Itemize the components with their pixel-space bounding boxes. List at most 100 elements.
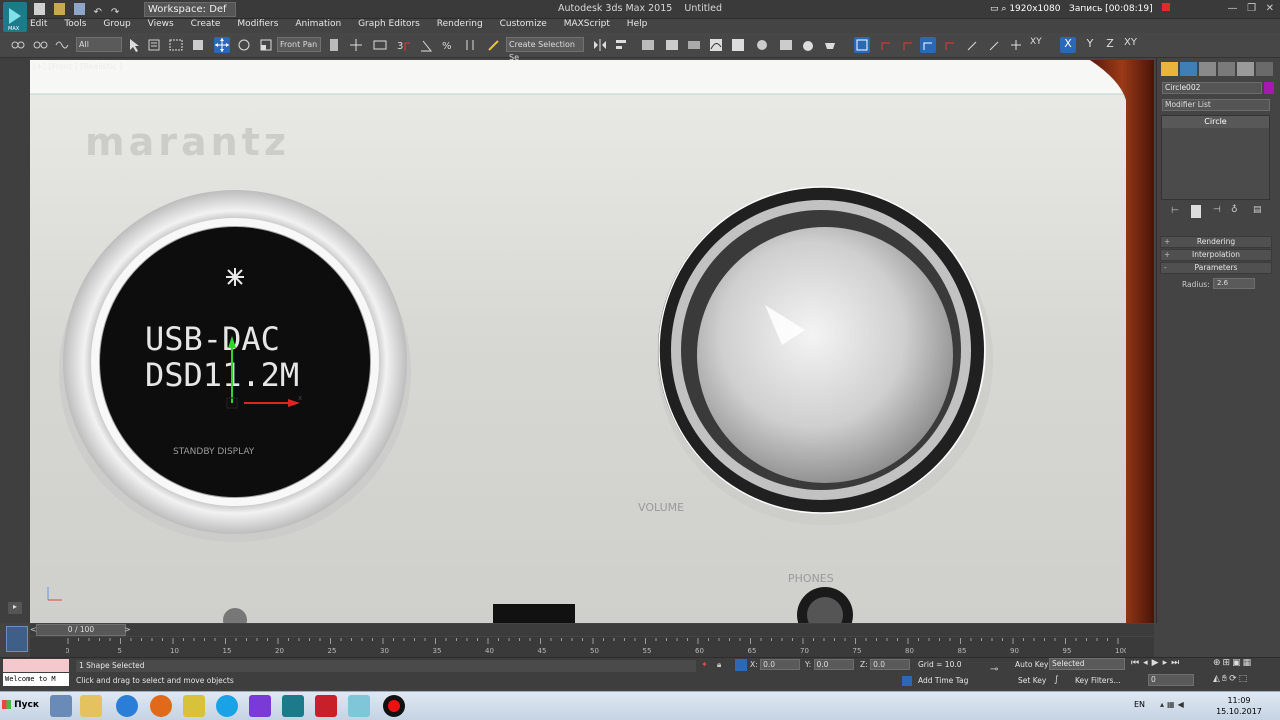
constraints-toolbar-icon[interactable] xyxy=(854,37,870,53)
bind-space-warp-icon[interactable] xyxy=(54,37,70,53)
align-icon[interactable] xyxy=(614,37,630,53)
select-and-scale-icon[interactable] xyxy=(258,37,274,53)
pivot-center-icon[interactable] xyxy=(326,37,342,53)
clock[interactable]: 11:09 15.10.2017 xyxy=(1210,695,1268,717)
app-store-icon[interactable] xyxy=(249,695,271,717)
menu-animation[interactable]: Animation xyxy=(295,19,341,29)
schematic-view-icon[interactable] xyxy=(730,37,746,53)
key-mode-icon[interactable]: ⊸ xyxy=(990,664,998,675)
display-tab-icon[interactable] xyxy=(1237,62,1254,76)
zoom-all-icon[interactable]: ⊞ xyxy=(1223,658,1233,668)
snaps-toggle-icon[interactable]: 3 xyxy=(396,37,412,53)
firefox-icon[interactable] xyxy=(150,695,172,717)
hierarchy-tab-icon[interactable] xyxy=(1199,62,1216,76)
spinner-snap-icon[interactable] xyxy=(462,37,478,53)
snap-to-icon-6[interactable] xyxy=(986,37,1002,53)
render-setup-icon[interactable] xyxy=(778,37,794,53)
menu-edit[interactable]: Edit xyxy=(30,19,47,29)
rectangular-selection-icon[interactable] xyxy=(168,37,184,53)
open-file-icon[interactable] xyxy=(53,3,65,15)
3ds-max-taskbar-icon[interactable] xyxy=(282,695,304,717)
absolute-mode-icon[interactable] xyxy=(735,659,747,671)
rollout-rendering[interactable]: + Rendering xyxy=(1160,236,1272,248)
minimize-icon[interactable]: — xyxy=(1228,3,1238,14)
select-and-move-icon[interactable] xyxy=(214,37,230,53)
ribbon-toggle-icon[interactable] xyxy=(686,37,702,53)
modifier-stack-item[interactable]: Circle xyxy=(1162,116,1269,128)
z-coordinate-field[interactable]: 0.0 xyxy=(870,659,911,670)
selection-lock-icon[interactable]: 🔒︎ xyxy=(717,660,727,670)
reference-coordinate-dropdown[interactable]: Front Pan xyxy=(277,37,321,52)
material-editor-icon[interactable] xyxy=(754,37,770,53)
volume-icon[interactable]: ◀ xyxy=(1178,700,1187,709)
snap-to-icon-5[interactable] xyxy=(964,37,980,53)
zoom-extents-icon[interactable]: ▣ xyxy=(1232,658,1243,668)
next-frame-icon[interactable]: ▸ xyxy=(1163,658,1172,668)
zoom-icon[interactable]: ⊕ xyxy=(1213,658,1223,668)
language-indicator[interactable]: EN xyxy=(1134,700,1145,709)
new-file-icon[interactable] xyxy=(34,3,45,15)
select-object-icon[interactable] xyxy=(126,37,142,53)
angle-snap-icon[interactable] xyxy=(418,37,434,53)
menu-create[interactable]: Create xyxy=(191,19,221,29)
slider-prev-arrow-icon[interactable]: < xyxy=(30,625,37,634)
set-key-button[interactable]: Set Key xyxy=(1018,676,1046,685)
auto-key-button[interactable]: Auto Key xyxy=(1015,660,1048,669)
snap-to-icon-2[interactable] xyxy=(900,37,916,53)
field-of-view-icon[interactable]: ◭ xyxy=(1213,674,1222,684)
object-name-field[interactable]: Circle002 xyxy=(1162,82,1262,94)
link-icon[interactable] xyxy=(10,37,26,53)
motion-tab-icon[interactable] xyxy=(1218,62,1235,76)
time-slider[interactable] xyxy=(30,624,1154,636)
time-slider-thumb[interactable]: 0 / 100 xyxy=(36,624,126,636)
menu-rendering[interactable]: Rendering xyxy=(437,19,483,29)
screen-recorder-icon[interactable] xyxy=(383,695,405,717)
skype-icon[interactable] xyxy=(216,695,238,717)
start-button[interactable]: Пуск xyxy=(2,694,40,717)
axis-x-button[interactable]: X xyxy=(1060,37,1076,53)
go-to-start-icon[interactable]: ⏮ xyxy=(1131,658,1143,668)
snap-to-icon-3[interactable] xyxy=(920,37,936,53)
play-icon[interactable]: ▶ xyxy=(1152,658,1163,668)
edit-named-selection-icon[interactable] xyxy=(486,37,502,53)
maximize-viewport-icon[interactable]: ⬚ xyxy=(1239,674,1250,684)
select-and-rotate-icon[interactable] xyxy=(236,37,252,53)
radius-spinner[interactable]: 2.6 xyxy=(1213,278,1255,289)
menu-tools[interactable]: Tools xyxy=(64,19,86,29)
tray-arrow-icon[interactable]: ▴ xyxy=(1160,700,1167,709)
menu-customize[interactable]: Customize xyxy=(500,19,547,29)
rendered-frame-window-icon[interactable] xyxy=(800,37,816,53)
menu-modifiers[interactable]: Modifiers xyxy=(237,19,278,29)
maximize-icon[interactable]: ❐ xyxy=(1247,3,1256,14)
show-end-result-icon[interactable] xyxy=(1191,205,1201,218)
expand-play-icon[interactable]: ▸ xyxy=(8,602,22,614)
rollout-interpolation[interactable]: + Interpolation xyxy=(1160,249,1272,261)
scene-explorer-icon[interactable] xyxy=(664,37,680,53)
selection-filter-dropdown[interactable]: All xyxy=(76,37,122,52)
key-selection-dropdown[interactable]: Selected xyxy=(1049,658,1125,670)
object-color-swatch[interactable] xyxy=(1264,82,1274,94)
menu-maxscript[interactable]: MAXScript xyxy=(564,19,610,29)
add-time-tag-button[interactable]: Add Time Tag xyxy=(918,676,968,685)
x-coordinate-field[interactable]: 0.0 xyxy=(760,659,801,670)
network-icon[interactable]: ▦ xyxy=(1167,700,1178,709)
percent-snap-icon[interactable]: % xyxy=(440,37,456,53)
select-by-name-icon[interactable] xyxy=(146,37,162,53)
explorer-icon[interactable] xyxy=(80,695,102,717)
keyboard-shortcut-override-icon[interactable] xyxy=(372,37,388,53)
notes-app-icon[interactable] xyxy=(348,695,370,717)
menu-group[interactable]: Group xyxy=(103,19,130,29)
current-frame-field[interactable]: 0 xyxy=(1148,674,1194,686)
chrome-icon[interactable] xyxy=(116,695,138,717)
record-stop-icon[interactable] xyxy=(1161,3,1170,11)
front-viewport[interactable]: marantz USB-DAC DSD11.2M STANDBY DISPLAY… xyxy=(30,60,1154,623)
configure-sets-icon[interactable]: ▤ xyxy=(1253,205,1262,215)
mini-curve-editor-icon[interactable] xyxy=(6,626,28,652)
curve-editor-icon[interactable] xyxy=(708,37,724,53)
render-production-icon[interactable] xyxy=(822,37,838,53)
menu-help[interactable]: Help xyxy=(627,19,648,29)
save-file-icon[interactable] xyxy=(73,3,85,15)
create-tab-icon[interactable] xyxy=(1161,62,1178,76)
axis-xy-button-a[interactable]: XY xyxy=(1030,37,1050,53)
snap-to-icon-1[interactable] xyxy=(878,37,894,53)
